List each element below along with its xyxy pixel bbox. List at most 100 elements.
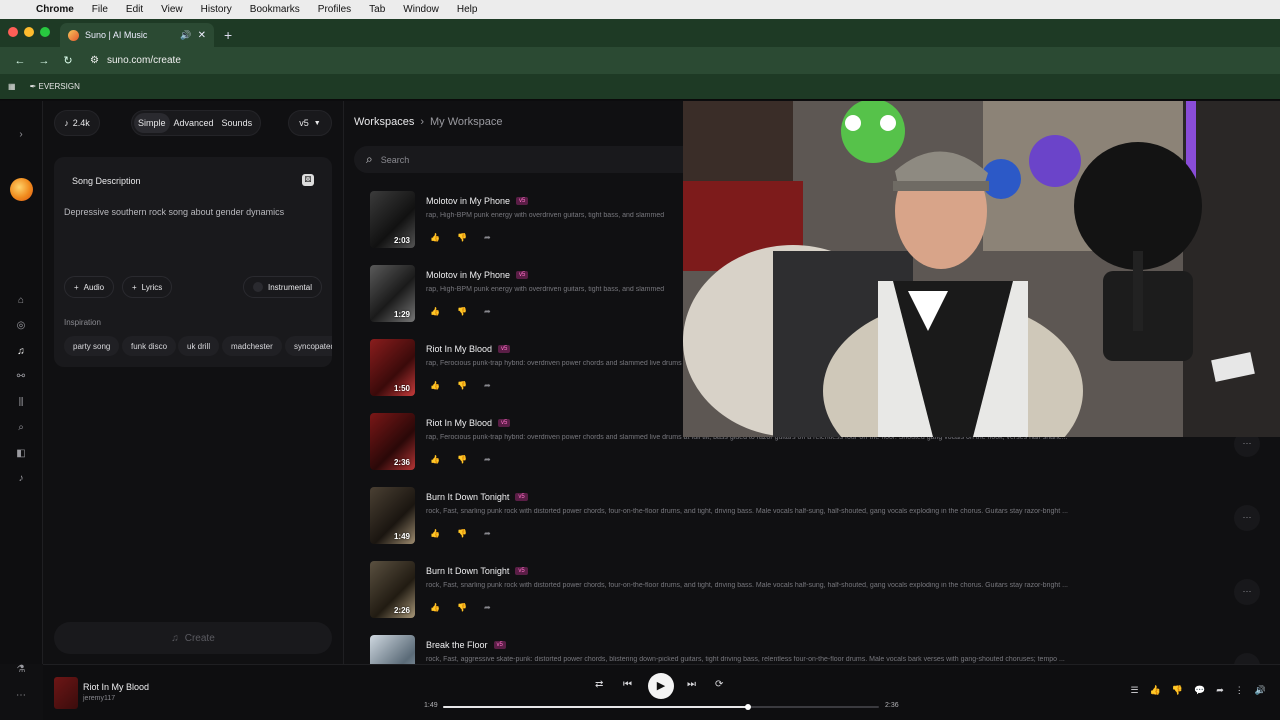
- credits-badge[interactable]: ♪ 2.4k: [54, 110, 100, 136]
- shuffle-icon[interactable]: ⇄: [595, 679, 603, 690]
- thumbs-up-icon[interactable]: 👍: [430, 381, 440, 390]
- forward-icon[interactable]: →: [32, 55, 56, 67]
- inspiration-tag[interactable]: madchester: [222, 336, 282, 356]
- back-icon[interactable]: ←: [8, 55, 32, 67]
- studio-icon[interactable]: ⚯: [14, 370, 28, 384]
- inspiration-tag[interactable]: uk drill: [178, 336, 220, 356]
- song-description-input[interactable]: Depressive southern rock song about gend…: [64, 207, 284, 217]
- song-more-icon[interactable]: ⋯: [1234, 505, 1260, 531]
- previous-icon[interactable]: ⏮: [623, 679, 632, 690]
- add-audio-button[interactable]: + Audio: [64, 276, 115, 298]
- thumbs-down-icon[interactable]: 👎: [1172, 685, 1183, 696]
- song-more-icon[interactable]: ⋯: [1234, 579, 1260, 605]
- dice-icon[interactable]: ⚄: [302, 174, 314, 186]
- song-cover[interactable]: 2:36: [370, 413, 415, 470]
- share-icon[interactable]: ➦: [484, 381, 491, 390]
- seek-knob[interactable]: [745, 704, 752, 710]
- menu-app-name[interactable]: Chrome: [36, 4, 83, 15]
- thumbs-down-icon[interactable]: 👎: [457, 455, 467, 464]
- reload-icon[interactable]: ↻: [56, 54, 80, 67]
- song-cover[interactable]: 2:03: [370, 191, 415, 248]
- menu-bookmarks[interactable]: Bookmarks: [241, 4, 309, 15]
- now-playing-artist[interactable]: jeremy117: [83, 695, 115, 702]
- thumbs-down-icon[interactable]: 👎: [457, 381, 467, 390]
- share-icon[interactable]: ➦: [484, 307, 491, 316]
- now-playing-cover[interactable]: [54, 677, 78, 709]
- menu-view[interactable]: View: [152, 4, 192, 15]
- menu-window[interactable]: Window: [394, 4, 448, 15]
- create-button[interactable]: ♫ Create: [54, 622, 332, 654]
- song-title[interactable]: Riot In My Blood: [426, 418, 492, 428]
- song-title[interactable]: Molotov in My Phone: [426, 270, 510, 280]
- menu-edit[interactable]: Edit: [117, 4, 152, 15]
- song-row[interactable]: 2:26 Burn It Down Tonight v5 rock, Fast, sn…: [370, 561, 1260, 621]
- song-title[interactable]: Molotov in My Phone: [426, 196, 510, 206]
- inspiration-tag[interactable]: funk disco: [122, 336, 177, 356]
- share-icon[interactable]: ➦: [484, 455, 491, 464]
- more-options-icon[interactable]: ⋮: [1235, 685, 1244, 696]
- hooks-icon[interactable]: ◧: [14, 447, 28, 461]
- expand-sidebar-icon[interactable]: ›: [14, 128, 28, 142]
- share-icon[interactable]: ➦: [484, 529, 491, 538]
- menu-history[interactable]: History: [192, 4, 241, 15]
- thumbs-down-icon[interactable]: 👎: [457, 529, 467, 538]
- song-cover[interactable]: [370, 635, 415, 664]
- explore-icon[interactable]: ◎: [14, 319, 28, 333]
- volume-icon[interactable]: 🔊: [1255, 685, 1266, 696]
- inspiration-tag[interactable]: party song: [64, 336, 120, 356]
- labs-icon[interactable]: ⚗: [14, 663, 28, 677]
- song-title[interactable]: Riot In My Blood: [426, 344, 492, 354]
- thumbs-up-icon[interactable]: 👍: [430, 529, 440, 538]
- model-select[interactable]: v5 ▼: [288, 110, 332, 136]
- more-icon[interactable]: ⋯: [14, 689, 28, 703]
- new-tab-button[interactable]: +: [214, 27, 232, 47]
- menu-file[interactable]: File: [83, 4, 117, 15]
- comment-icon[interactable]: 💬: [1194, 685, 1205, 696]
- browser-tab[interactable]: Suno | AI Music 🔊 ✕: [60, 23, 214, 47]
- thumbs-down-icon[interactable]: 👎: [457, 233, 467, 242]
- thumbs-down-icon[interactable]: 👎: [457, 307, 467, 316]
- mode-advanced[interactable]: Advanced: [170, 113, 218, 133]
- thumbs-down-icon[interactable]: 👎: [457, 603, 467, 612]
- speaker-icon[interactable]: 🔊: [180, 30, 191, 41]
- inspiration-tag[interactable]: syncopated: [285, 336, 332, 356]
- repeat-icon[interactable]: ⟳: [715, 679, 723, 690]
- share-icon[interactable]: ➦: [484, 233, 491, 242]
- site-info-icon[interactable]: ⚙: [90, 55, 99, 66]
- thumbs-up-icon[interactable]: 👍: [430, 603, 440, 612]
- seek-bar[interactable]: [443, 704, 879, 710]
- thumbs-up-icon[interactable]: 👍: [430, 455, 440, 464]
- apps-grid-icon[interactable]: ▦: [8, 82, 16, 91]
- instrumental-toggle[interactable]: Instrumental: [243, 276, 322, 298]
- share-icon[interactable]: ➦: [484, 603, 491, 612]
- notifications-icon[interactable]: ♪: [14, 472, 28, 486]
- share-icon[interactable]: ➦: [1216, 685, 1224, 696]
- url-field[interactable]: ⚙ suno.com/create: [90, 55, 181, 66]
- song-cover[interactable]: 1:29: [370, 265, 415, 322]
- minimize-window-button[interactable]: [24, 27, 34, 37]
- mode-sounds[interactable]: Sounds: [218, 113, 257, 133]
- song-row[interactable]: Break the Floor v5 rock, Fast, aggressive …: [370, 635, 1260, 664]
- bookmark-eversign[interactable]: ✒ EVERSIGN: [30, 82, 80, 91]
- song-cover[interactable]: 1:50: [370, 339, 415, 396]
- song-cover[interactable]: 2:26: [370, 561, 415, 618]
- add-lyrics-button[interactable]: + Lyrics: [122, 276, 173, 298]
- menu-tab[interactable]: Tab: [360, 4, 394, 15]
- thumbs-up-icon[interactable]: 👍: [1150, 685, 1161, 696]
- play-button[interactable]: ▶: [648, 673, 674, 699]
- search-icon[interactable]: ⌕: [14, 421, 28, 435]
- zoom-window-button[interactable]: [40, 27, 50, 37]
- song-title[interactable]: Burn It Down Tonight: [426, 566, 509, 576]
- close-tab-icon[interactable]: ✕: [198, 30, 206, 41]
- now-playing-title[interactable]: Riot In My Blood: [83, 682, 149, 692]
- song-row[interactable]: 1:49 Burn It Down Tonight v5 rock, Fast, sn…: [370, 487, 1260, 547]
- song-more-icon[interactable]: ⋯: [1234, 653, 1260, 664]
- close-window-button[interactable]: [8, 27, 18, 37]
- menu-help[interactable]: Help: [448, 4, 487, 15]
- create-music-icon[interactable]: ♫: [14, 345, 28, 359]
- thumbs-up-icon[interactable]: 👍: [430, 233, 440, 242]
- queue-icon[interactable]: ☰: [1131, 685, 1139, 696]
- thumbs-up-icon[interactable]: 👍: [430, 307, 440, 316]
- song-title[interactable]: Break the Floor: [426, 640, 488, 650]
- home-icon[interactable]: ⌂: [14, 294, 28, 308]
